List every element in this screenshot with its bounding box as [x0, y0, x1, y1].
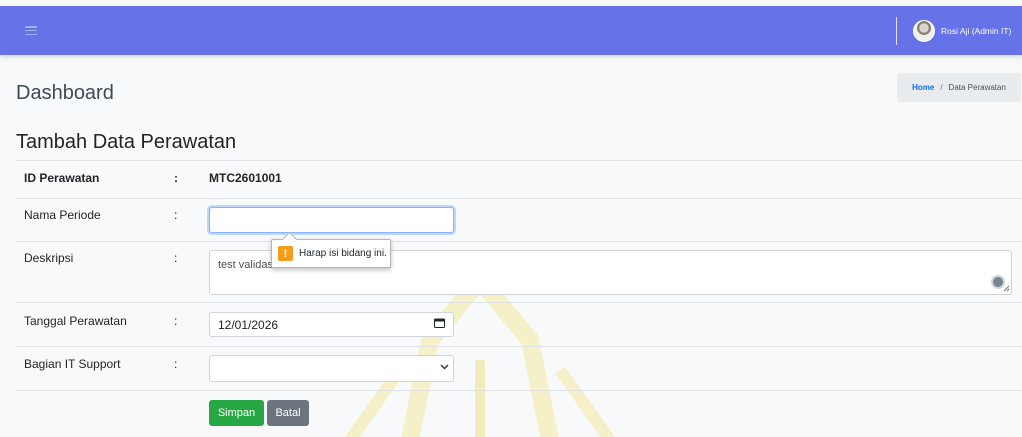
warning-icon: ! — [278, 246, 293, 261]
breadcrumb-home-link[interactable]: Home — [912, 83, 934, 92]
avatar[interactable] — [913, 20, 935, 42]
top-navbar: Rosi Aji (Admin IT) — [0, 6, 1022, 55]
colon: : — [174, 251, 178, 265]
colon: : — [174, 314, 178, 328]
tooltip-message: Harap isi bidang ini. — [299, 248, 387, 259]
row-divider — [16, 198, 1022, 199]
id-perawatan-value: MTC2601001 — [209, 171, 282, 185]
cancel-button[interactable]: Batal — [267, 400, 309, 426]
breadcrumb-separator: / — [940, 83, 943, 92]
row-divider — [16, 302, 1022, 303]
page-title: Dashboard — [16, 82, 114, 104]
row-divider — [16, 390, 1022, 391]
colon: : — [174, 357, 178, 371]
row-divider — [16, 160, 1022, 161]
form-title: Tambah Data Perawatan — [16, 131, 237, 153]
breadcrumb: Home / Data Perawatan — [897, 73, 1021, 102]
nama-periode-label: Nama Periode — [24, 208, 101, 222]
tanggal-perawatan-value: 12/01/2026 — [218, 318, 279, 332]
bagian-it-support-label: Bagian IT Support — [24, 357, 121, 371]
colon: : — [174, 208, 178, 222]
row-divider — [16, 241, 1022, 242]
tanggal-perawatan-label: Tanggal Perawatan — [24, 314, 127, 328]
calendar-icon[interactable] — [434, 318, 445, 328]
bagian-it-support-select[interactable] — [209, 355, 454, 382]
id-perawatan-label: ID Perawatan — [24, 171, 100, 185]
user-name[interactable]: Rosi Aji (Admin IT) — [941, 26, 1011, 36]
save-button[interactable]: Simpan — [209, 400, 264, 426]
navbar-divider — [896, 17, 897, 45]
resize-handle-icon[interactable] — [1003, 285, 1010, 292]
colon: : — [174, 171, 178, 185]
deskripsi-label: Deskripsi — [24, 251, 74, 265]
breadcrumb-current: Data Perawatan — [948, 83, 1006, 92]
row-divider — [16, 346, 1022, 347]
chevron-down-icon[interactable] — [440, 364, 449, 370]
user-menu[interactable]: Rosi Aji (Admin IT) — [913, 19, 1011, 43]
nama-periode-input[interactable] — [209, 207, 454, 233]
hamburger-menu-icon[interactable] — [25, 26, 37, 35]
deskripsi-text: test validasi — [218, 259, 276, 271]
validation-tooltip: ! Harap isi bidang ini. — [271, 239, 391, 268]
